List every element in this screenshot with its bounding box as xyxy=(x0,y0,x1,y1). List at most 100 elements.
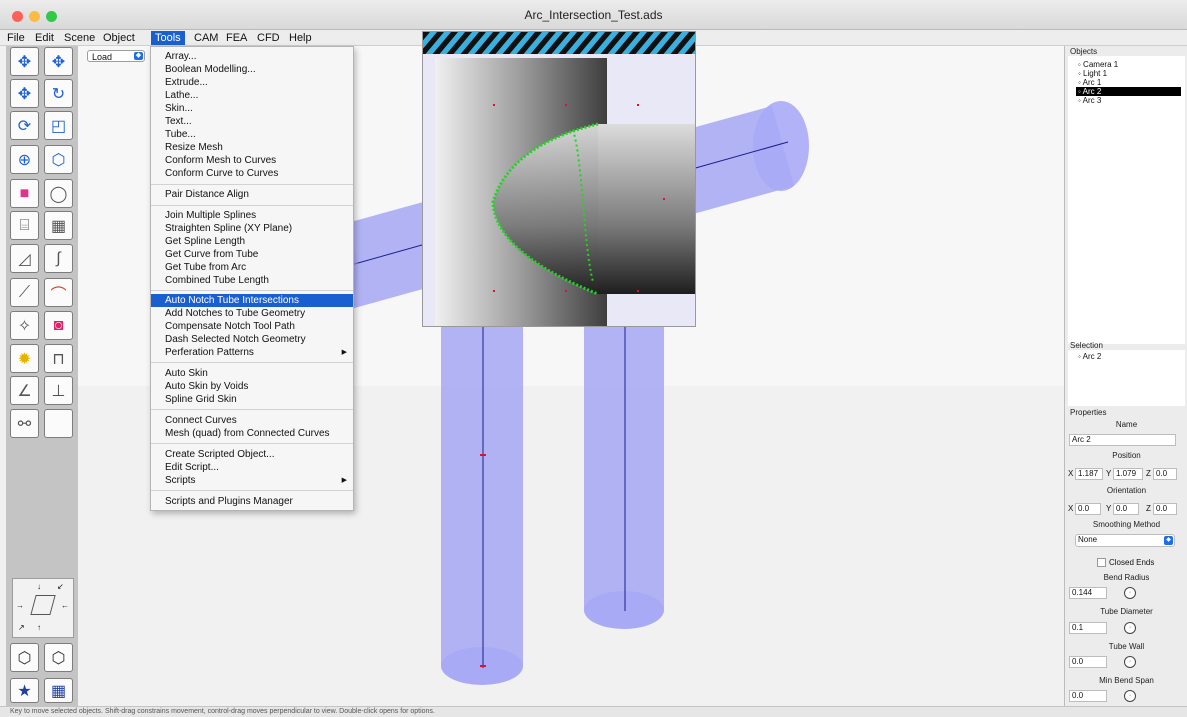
menu-item-boolean-modelling[interactable]: Boolean Modelling... xyxy=(151,63,353,76)
menu-item-resize-mesh[interactable]: Resize Mesh xyxy=(151,141,353,154)
menu-item-add-notches[interactable]: Add Notches to Tube Geometry xyxy=(151,307,353,320)
perspective-cube-icon[interactable]: ⬡ xyxy=(10,643,39,672)
link-tool-icon[interactable]: ⚯ xyxy=(10,409,39,438)
selection-item-arc-2[interactable]: ◦ Arc 2 xyxy=(1076,352,1181,361)
menu-item-mesh-from-curves[interactable]: Mesh (quad) from Connected Curves xyxy=(151,427,353,440)
pivot-tool-icon[interactable]: ⊥ xyxy=(44,376,73,405)
mesh-tool-icon[interactable]: ✧ xyxy=(10,311,39,340)
tube-diameter-dial-icon[interactable]: · xyxy=(1124,622,1136,634)
sphere-tool-icon[interactable]: ⊕ xyxy=(10,145,39,174)
menu-item-get-curve-from-tube[interactable]: Get Curve from Tube xyxy=(151,248,353,261)
menu-item-conform-mesh[interactable]: Conform Mesh to Curves xyxy=(151,154,353,167)
tree-item-arc-2[interactable]: ◦ Arc 2 xyxy=(1076,87,1181,96)
orientation-y-field[interactable]: 0.0 xyxy=(1113,503,1139,515)
tree-item-arc-3[interactable]: ◦ Arc 3 xyxy=(1076,96,1181,105)
menu-item-text[interactable]: Text... xyxy=(151,115,353,128)
menu-object[interactable]: Object xyxy=(99,31,139,45)
tube-wall-dial-icon[interactable]: · xyxy=(1124,656,1136,668)
min-bend-span-dial-icon[interactable]: · xyxy=(1124,690,1136,702)
menu-item-auto-skin[interactable]: Auto Skin xyxy=(151,367,353,380)
menu-item-combined-tube-length[interactable]: Combined Tube Length xyxy=(151,274,353,287)
menu-item-connect-curves[interactable]: Connect Curves xyxy=(151,414,353,427)
rotate-view-tool-icon[interactable]: ↻ xyxy=(44,79,73,108)
arrow-diag-icon[interactable]: ↙ xyxy=(57,582,64,591)
bend-radius-field[interactable]: 0.144 xyxy=(1069,587,1107,599)
menu-item-perferation-patterns[interactable]: Perferation Patterns ▶ xyxy=(151,346,353,359)
arrow-right-icon[interactable]: → xyxy=(16,601,24,610)
menu-cfd[interactable]: CFD xyxy=(253,31,284,45)
menu-item-edit-script[interactable]: Edit Script... xyxy=(151,461,353,474)
menu-item-pair-distance-align[interactable]: Pair Distance Align xyxy=(151,188,353,201)
menu-item-compensate-notch[interactable]: Compensate Notch Tool Path xyxy=(151,320,353,333)
box-tool-icon[interactable]: ⬡ xyxy=(44,145,73,174)
menu-item-scripts-plugins-manager[interactable]: Scripts and Plugins Manager xyxy=(151,495,353,508)
menu-item-skin[interactable]: Skin... xyxy=(151,102,353,115)
menu-item-straighten-spline[interactable]: Straighten Spline (XY Plane) xyxy=(151,222,353,235)
menu-item-tube[interactable]: Tube... xyxy=(151,128,353,141)
arc-tool-icon[interactable]: ⌒ xyxy=(44,278,73,307)
scale-tool-icon[interactable]: ◰ xyxy=(44,111,73,140)
menu-item-join-splines[interactable]: Join Multiple Splines xyxy=(151,209,353,222)
menu-help[interactable]: Help xyxy=(285,31,316,45)
view-selector[interactable]: Load ◆ xyxy=(87,50,145,62)
menu-scene[interactable]: Scene xyxy=(60,31,99,45)
menu-item-spline-grid-skin[interactable]: Spline Grid Skin xyxy=(151,393,353,406)
cylinder-tool-icon[interactable]: ⌸ xyxy=(10,211,39,240)
tube-arc-2[interactable] xyxy=(441,326,523,685)
menu-item-get-tube-from-arc[interactable]: Get Tube from Arc xyxy=(151,261,353,274)
grid-tool-icon[interactable]: ▦ xyxy=(44,211,73,240)
arrow-left-icon[interactable]: ← xyxy=(61,601,69,610)
bend-radius-dial-icon[interactable]: · xyxy=(1124,587,1136,599)
tree-item-arc-1[interactable]: ◦ Arc 1 xyxy=(1076,78,1181,87)
menu-item-array[interactable]: Array... xyxy=(151,50,353,63)
menu-item-create-scripted-object[interactable]: Create Scripted Object... xyxy=(151,448,353,461)
ellipse-tool-icon[interactable]: ◯ xyxy=(44,179,73,208)
angle-tool-icon[interactable]: ∠ xyxy=(10,376,39,405)
position-y-field[interactable]: 1.079 xyxy=(1113,468,1143,480)
polygon-tool-icon[interactable]: ◿ xyxy=(10,244,39,273)
favorite-view-icon[interactable]: ★ xyxy=(10,678,39,703)
position-z-field[interactable]: 0.0 xyxy=(1153,468,1177,480)
menu-item-dash-notch[interactable]: Dash Selected Notch Geometry xyxy=(151,333,353,346)
move-camera-tool-icon[interactable]: ✥ xyxy=(10,79,39,108)
selection-list[interactable]: ◦ Arc 2 xyxy=(1068,350,1185,406)
cube-tool-icon[interactable]: ■ xyxy=(10,179,39,208)
menu-item-get-spline-length[interactable]: Get Spline Length xyxy=(151,235,353,248)
arrow-up-icon[interactable]: ↑ xyxy=(37,623,41,632)
move-view-tool-icon[interactable]: ✥ xyxy=(44,47,73,76)
menu-item-scripts[interactable]: Scripts ▶ xyxy=(151,474,353,487)
menu-tools[interactable]: Tools xyxy=(151,31,185,45)
closed-ends-checkbox[interactable] xyxy=(1097,558,1106,567)
notch-preview-window[interactable] xyxy=(422,31,696,327)
light-tool-icon[interactable]: ✹ xyxy=(10,344,39,373)
tube-wall-field[interactable]: 0.0 xyxy=(1069,656,1107,668)
ortho-cube-icon[interactable]: ⬡ xyxy=(44,643,73,672)
menu-item-extrude[interactable]: Extrude... xyxy=(151,76,353,89)
menu-item-auto-notch[interactable]: Auto Notch Tube Intersections xyxy=(151,294,353,307)
view-navigation-cube[interactable]: ↓ ↙ → ← ↗ ↑ xyxy=(12,578,74,638)
menu-file[interactable]: File xyxy=(3,31,29,45)
objects-tree[interactable]: ◦ Camera 1 ◦ Light 1 ◦ Arc 1 ◦ Arc 2 ◦ A… xyxy=(1068,56,1185,344)
menu-item-lathe[interactable]: Lathe... xyxy=(151,89,353,102)
menu-edit[interactable]: Edit xyxy=(31,31,58,45)
orientation-z-field[interactable]: 0.0 xyxy=(1153,503,1177,515)
tube-arc-3[interactable] xyxy=(584,326,664,629)
smoothing-method-select[interactable]: None ◆ xyxy=(1075,534,1175,547)
tube-diameter-field[interactable]: 0.1 xyxy=(1069,622,1107,634)
menu-cam[interactable]: CAM xyxy=(190,31,222,45)
orientation-x-field[interactable]: 0.0 xyxy=(1075,503,1101,515)
dimension-tool-icon[interactable]: ⊓ xyxy=(44,344,73,373)
tree-item-light[interactable]: ◦ Light 1 xyxy=(1076,69,1181,78)
position-x-field[interactable]: 1.187 xyxy=(1075,468,1103,480)
tree-item-camera[interactable]: ◦ Camera 1 xyxy=(1076,60,1181,69)
spline-tool-icon[interactable]: ⟋ xyxy=(10,278,39,307)
rotate-tool-icon[interactable]: ⟳ xyxy=(10,111,39,140)
menu-fea[interactable]: FEA xyxy=(222,31,251,45)
min-bend-span-field[interactable]: 0.0 xyxy=(1069,690,1107,702)
menu-item-conform-curve[interactable]: Conform Curve to Curves xyxy=(151,167,353,180)
move-tool-icon[interactable]: ✥ xyxy=(10,47,39,76)
arrow-ne-icon[interactable]: ↗ xyxy=(18,623,25,632)
grid-view-icon[interactable]: ▦ xyxy=(44,678,73,703)
curve-tool-icon[interactable]: ∫ xyxy=(44,244,73,273)
name-field[interactable]: Arc 2 xyxy=(1069,434,1176,446)
